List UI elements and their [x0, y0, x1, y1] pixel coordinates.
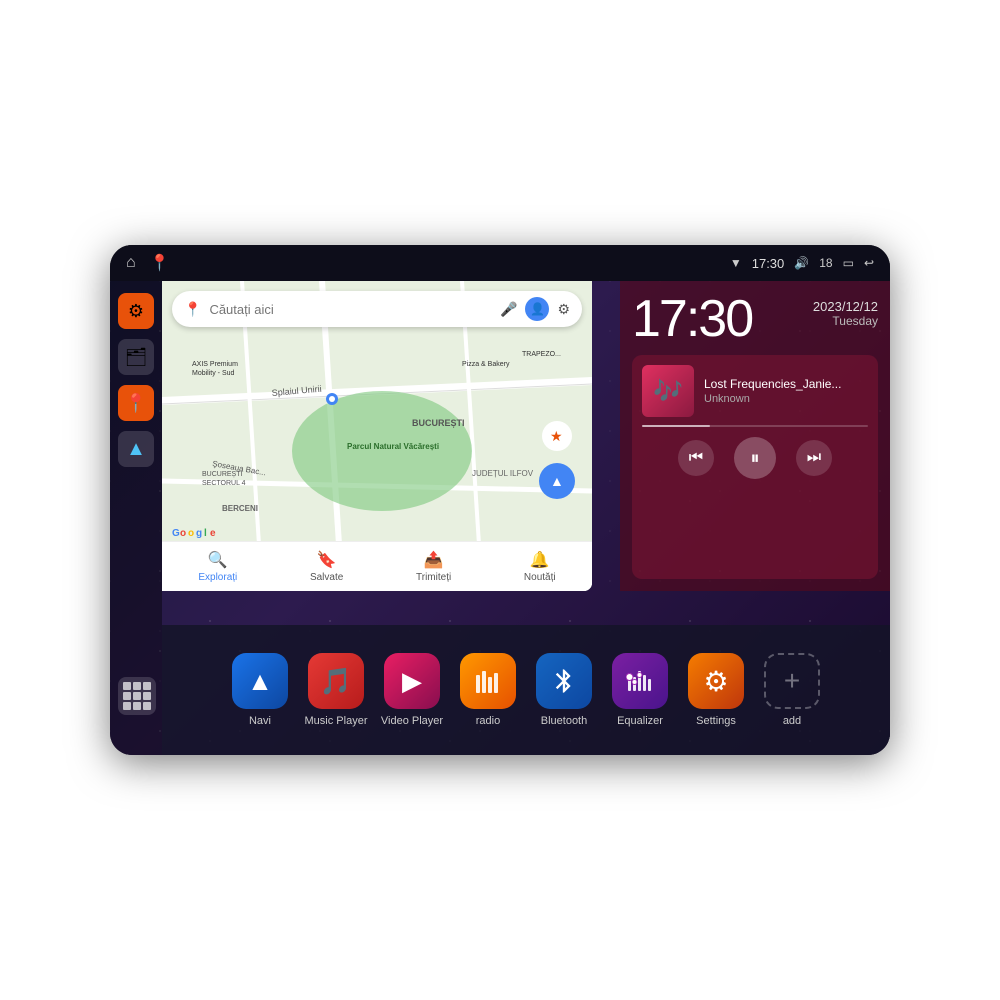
app-bluetooth[interactable]: Bluetooth: [526, 653, 602, 727]
app-add[interactable]: + add: [754, 653, 830, 727]
right-panel: 17:30 2023/12/12 Tuesday 🎶 Lost Frequenc…: [620, 281, 890, 591]
navi-icon: ▲: [232, 653, 288, 709]
maps-icon[interactable]: 📍: [150, 253, 170, 273]
explore-icon: 🔍: [208, 550, 228, 570]
status-time: 17:30: [752, 256, 785, 271]
svg-text:o: o: [180, 528, 186, 539]
map-search-input[interactable]: [209, 302, 492, 317]
apps-row: ▲ Navi 🎵 Music Player ▶ Video Player: [162, 625, 890, 755]
google-maps-icon: 📍: [184, 301, 201, 318]
svg-text:BERCENI: BERCENI: [222, 504, 258, 513]
map-container[interactable]: Splaiul Unirii Şoseaua Bac... Parcul Nat…: [162, 281, 592, 591]
music-title: Lost Frequencies_Janie...: [704, 377, 868, 391]
app-bluetooth-label: Bluetooth: [541, 715, 587, 727]
app-settings-label: Settings: [696, 715, 736, 727]
map-nav-explore[interactable]: 🔍 Explorați: [198, 550, 237, 583]
music-controls: ⏮ ⏸ ⏭: [642, 437, 868, 479]
clock-section: 17:30 2023/12/12 Tuesday: [632, 293, 878, 345]
svg-text:Pizza & Bakery: Pizza & Bakery: [462, 361, 510, 368]
music-progress-bar[interactable]: [642, 425, 868, 427]
car-head-unit: ⌂ 📍 ▼ 17:30 🔊 18 ▭ ↩ ⚙ 🗂 📍 ▲: [110, 245, 890, 755]
svg-text:TRAPEZO...: TRAPEZO...: [522, 351, 561, 358]
svg-text:Mobility - Sud: Mobility - Sud: [192, 370, 235, 377]
center-content: Splaiul Unirii Şoseaua Bac... Parcul Nat…: [162, 281, 890, 755]
news-icon: 🔔: [530, 550, 550, 570]
equalizer-icon: [612, 653, 668, 709]
sidebar-folder-icon[interactable]: 🗂: [118, 339, 154, 375]
app-radio[interactable]: radio: [450, 653, 526, 727]
app-equalizer-label: Equalizer: [617, 715, 663, 727]
prev-button[interactable]: ⏮: [678, 440, 714, 476]
add-icon: +: [764, 653, 820, 709]
svg-text:AXIS Premium: AXIS Premium: [192, 361, 238, 368]
svg-text:▲: ▲: [550, 473, 564, 489]
home-icon[interactable]: ⌂: [126, 254, 136, 272]
battery-num: 18: [819, 256, 832, 270]
wifi-signal-icon: ▼: [730, 256, 742, 270]
video-player-icon: ▶: [384, 653, 440, 709]
user-avatar[interactable]: 👤: [525, 297, 549, 321]
music-progress-fill: [642, 425, 710, 427]
music-widget: 🎶 Lost Frequencies_Janie... Unknown ⏮ ⏸: [632, 355, 878, 579]
volume-icon[interactable]: 🔊: [794, 256, 809, 270]
sidebar-settings-icon[interactable]: ⚙: [118, 293, 154, 329]
clock-day-text: Tuesday: [813, 314, 878, 328]
svg-text:SECTORUL 4: SECTORUL 4: [202, 480, 246, 487]
app-navi-label: Navi: [249, 715, 271, 727]
saved-icon: 🔖: [317, 550, 337, 570]
music-player-icon: 🎵: [308, 653, 364, 709]
music-album-art: 🎶: [642, 365, 694, 417]
map-nav-send[interactable]: 📤 Trimiteți: [416, 550, 451, 583]
clock-date-text: 2023/12/12: [813, 299, 878, 314]
bluetooth-icon: [536, 653, 592, 709]
svg-text:JUDEȚUL ILFOV: JUDEȚUL ILFOV: [472, 469, 534, 478]
sidebar: ⚙ 🗂 📍 ▲: [110, 281, 162, 755]
app-radio-label: radio: [476, 715, 500, 727]
map-settings-icon[interactable]: ⚙: [557, 301, 570, 318]
clock-time: 17:30: [632, 293, 752, 345]
app-music-player[interactable]: 🎵 Music Player: [298, 653, 374, 727]
send-icon: 📤: [424, 550, 444, 570]
status-bar: ⌂ 📍 ▼ 17:30 🔊 18 ▭ ↩: [110, 245, 890, 281]
app-music-player-label: Music Player: [305, 715, 368, 727]
battery-icon: ▭: [843, 256, 854, 270]
music-artist: Unknown: [704, 393, 868, 405]
svg-text:e: e: [210, 528, 216, 539]
apps-grid-button[interactable]: [118, 677, 156, 715]
app-add-label: add: [783, 715, 801, 727]
map-nav-news[interactable]: 🔔 Noutăți: [524, 550, 556, 583]
play-pause-button[interactable]: ⏸: [734, 437, 776, 479]
map-nav-saved[interactable]: 🔖 Salvate: [310, 550, 343, 583]
app-navi[interactable]: ▲ Navi: [222, 653, 298, 727]
map-search-bar[interactable]: 📍 🎤 👤 ⚙: [172, 291, 582, 327]
svg-text:Parcul Natural Văcărești: Parcul Natural Văcărești: [347, 442, 439, 451]
music-info-row: 🎶 Lost Frequencies_Janie... Unknown: [642, 365, 868, 417]
app-video-player[interactable]: ▶ Video Player: [374, 653, 450, 727]
back-icon[interactable]: ↩: [864, 256, 874, 270]
svg-text:l: l: [204, 528, 207, 539]
svg-text:★: ★: [550, 428, 563, 444]
app-equalizer[interactable]: Equalizer: [602, 653, 678, 727]
music-details: Lost Frequencies_Janie... Unknown: [704, 377, 868, 405]
main-area: ⚙ 🗂 📍 ▲: [110, 281, 890, 755]
svg-text:G: G: [172, 528, 180, 539]
sidebar-nav-icon[interactable]: ▲: [118, 431, 154, 467]
svg-text:g: g: [196, 528, 202, 539]
map-bottom-nav: 🔍 Explorați 🔖 Salvate 📤 Trimiteți 🔔 Nout…: [162, 541, 592, 591]
svg-text:BUCUREȘTI: BUCUREȘTI: [412, 418, 465, 428]
settings-icon: ⚙: [688, 653, 744, 709]
radio-icon: [460, 653, 516, 709]
svg-text:o: o: [188, 528, 194, 539]
sidebar-maps-icon[interactable]: 📍: [118, 385, 154, 421]
app-settings[interactable]: ⚙ Settings: [678, 653, 754, 727]
clock-date: 2023/12/12 Tuesday: [813, 293, 878, 328]
svg-text:BUCUREȘTI: BUCUREȘTI: [202, 471, 243, 478]
app-video-player-label: Video Player: [381, 715, 443, 727]
next-button[interactable]: ⏭: [796, 440, 832, 476]
mic-icon[interactable]: 🎤: [500, 301, 517, 318]
